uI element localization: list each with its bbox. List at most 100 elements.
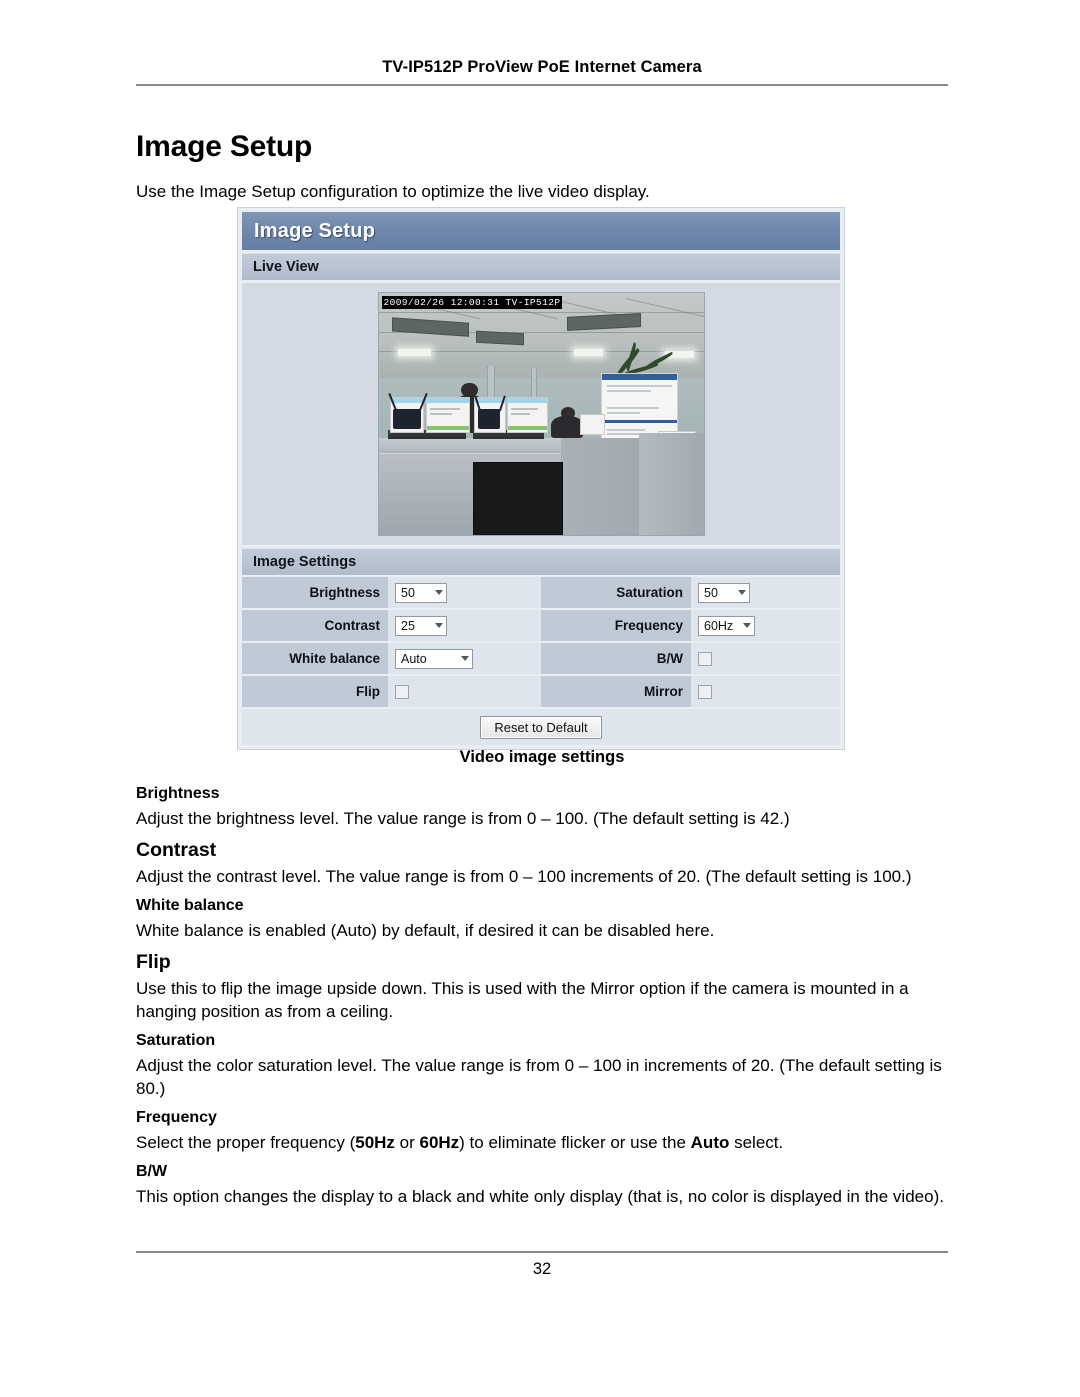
paragraph-text: White balance is enabled (Auto) by defau… (136, 921, 715, 940)
emphasis-text: 60Hz (419, 1133, 460, 1152)
value-brightness: 50 (388, 577, 541, 608)
setting-row-flip: Flip (242, 676, 541, 707)
section-paragraph: Adjust the contrast level. The value ran… (136, 865, 948, 888)
white-balance-select[interactable]: Auto (395, 648, 473, 669)
header-divider (136, 84, 948, 86)
router-left (393, 409, 421, 429)
setting-row-saturation: Saturation 50 (541, 577, 840, 610)
office-scene (378, 293, 704, 535)
section-heading: White balance (136, 897, 244, 914)
section-paragraph: This option changes the display to a bla… (136, 1185, 948, 1208)
intro-paragraph: Use the Image Setup configuration to opt… (136, 182, 650, 201)
document-page: TV-IP512P ProView PoE Internet Camera Im… (0, 0, 1080, 1397)
mirror-checkbox[interactable] (698, 684, 712, 699)
section-paragraph: White balance is enabled (Auto) by defau… (136, 919, 948, 942)
paragraph-text: or (394, 1133, 420, 1152)
image-settings-grid: Brightness 50 Contrast 25 White balance … (242, 577, 840, 707)
label-bw: B/W (541, 643, 691, 674)
ceiling-light-right (573, 348, 603, 356)
paragraph-text: ) to eliminate flicker or use the (459, 1133, 691, 1152)
live-video-container: 2009/02/26 12:00:31 TV-IP512P (242, 283, 840, 545)
reset-to-default-button[interactable]: Reset to Default (480, 715, 602, 739)
paragraph-text: select. (729, 1133, 784, 1152)
label-frequency: Frequency (541, 610, 691, 641)
value-mirror (691, 676, 840, 707)
emphasis-text: Auto (690, 1133, 730, 1152)
panel-title: Image Setup (254, 219, 376, 242)
setting-row-mirror: Mirror (541, 676, 840, 707)
router-mid (477, 409, 501, 429)
emphasis-text: 50Hz (355, 1133, 395, 1152)
setting-row-contrast: Contrast 25 (242, 610, 541, 643)
saturation-value: 50 (704, 585, 718, 600)
paragraph-text: Select the proper frequency ( (136, 1133, 356, 1152)
setting-row-brightness: Brightness 50 (242, 577, 541, 610)
value-contrast: 25 (388, 610, 541, 641)
body-content: Brightness Adjust the brightness level. T… (136, 783, 948, 1215)
saturation-select[interactable]: 50 (698, 582, 750, 603)
label-white-balance: White balance (242, 643, 388, 674)
section-heading: Saturation (136, 1032, 216, 1049)
setting-row-bw: B/W (541, 643, 840, 676)
value-frequency: 60Hz (691, 610, 840, 641)
figure-caption: Video image settings (459, 748, 625, 766)
product-box-left2 (425, 397, 470, 433)
live-view-section-header: Live View (242, 253, 840, 280)
setting-row-white-balance: White balance Auto (242, 643, 541, 676)
flip-checkbox[interactable] (395, 684, 409, 699)
page-title: Image Setup (136, 130, 313, 164)
frequency-select[interactable]: 60Hz (698, 615, 756, 636)
paragraph-text: Adjust the brightness level. The value r… (136, 809, 790, 828)
contrast-select[interactable]: 25 (395, 615, 447, 636)
panel-titlebar: Image Setup (242, 212, 840, 250)
settings-column-right: Saturation 50 Frequency 60Hz B/W Mirror (541, 577, 840, 707)
value-bw (691, 643, 840, 674)
section-paragraph: Use this to flip the image upside down. … (136, 977, 948, 1023)
settings-column-left: Brightness 50 Contrast 25 White balance … (242, 577, 541, 707)
label-flip: Flip (242, 676, 388, 707)
computer-monitor (472, 462, 563, 535)
paragraph-text: Adjust the contrast level. The value ran… (136, 867, 912, 886)
section-heading: Frequency (136, 1109, 217, 1126)
page-number: 32 (532, 1260, 552, 1278)
product-box-right (580, 414, 605, 436)
chevron-down-icon (738, 590, 746, 595)
brightness-value: 50 (401, 585, 415, 600)
section-paragraph: Adjust the brightness level. The value r… (136, 807, 948, 830)
section-heading: Flip (136, 951, 171, 973)
cubicle-wall-far (638, 433, 704, 535)
value-flip (388, 676, 541, 707)
chevron-down-icon (461, 656, 469, 661)
brightness-select[interactable]: 50 (395, 582, 447, 603)
reset-row: Reset to Default (242, 709, 840, 745)
white-balance-value: Auto (401, 651, 427, 666)
contrast-value: 25 (401, 618, 415, 633)
paragraph-text: Adjust the color saturation level. The v… (136, 1056, 942, 1098)
label-saturation: Saturation (541, 577, 691, 608)
label-mirror: Mirror (541, 676, 691, 707)
image-settings-section-header: Image Settings (242, 548, 840, 575)
section-paragraph: Adjust the color saturation level. The v… (136, 1054, 948, 1100)
video-osd-timestamp: 2009/02/26 12:00:31 TV-IP512P (381, 296, 563, 309)
camera-web-ui-panel: Image Setup Live View 2009/02/26 12:00:3… (237, 207, 845, 750)
label-contrast: Contrast (242, 610, 388, 641)
paragraph-text: This option changes the display to a bla… (136, 1187, 944, 1206)
live-view-label: Live View (253, 259, 319, 275)
live-video-feed[interactable]: 2009/02/26 12:00:31 TV-IP512P (377, 292, 705, 536)
ceiling-vent-mid (476, 330, 524, 345)
label-brightness: Brightness (242, 577, 388, 608)
person2-body (550, 416, 584, 439)
setting-row-frequency: Frequency 60Hz (541, 610, 840, 643)
chevron-down-icon (743, 623, 752, 628)
ceiling-light-left (398, 348, 431, 356)
chevron-down-icon (435, 623, 443, 628)
bw-checkbox[interactable] (698, 651, 712, 666)
section-heading: Brightness (136, 785, 220, 802)
image-settings-label: Image Settings (253, 554, 357, 570)
frequency-value: 60Hz (704, 618, 734, 633)
section-paragraph: Select the proper frequency (50Hz or 60H… (136, 1131, 948, 1154)
value-saturation: 50 (691, 577, 840, 608)
chevron-down-icon (435, 590, 443, 595)
product-box-mid2 (506, 397, 548, 433)
section-heading: Contrast (136, 839, 217, 861)
